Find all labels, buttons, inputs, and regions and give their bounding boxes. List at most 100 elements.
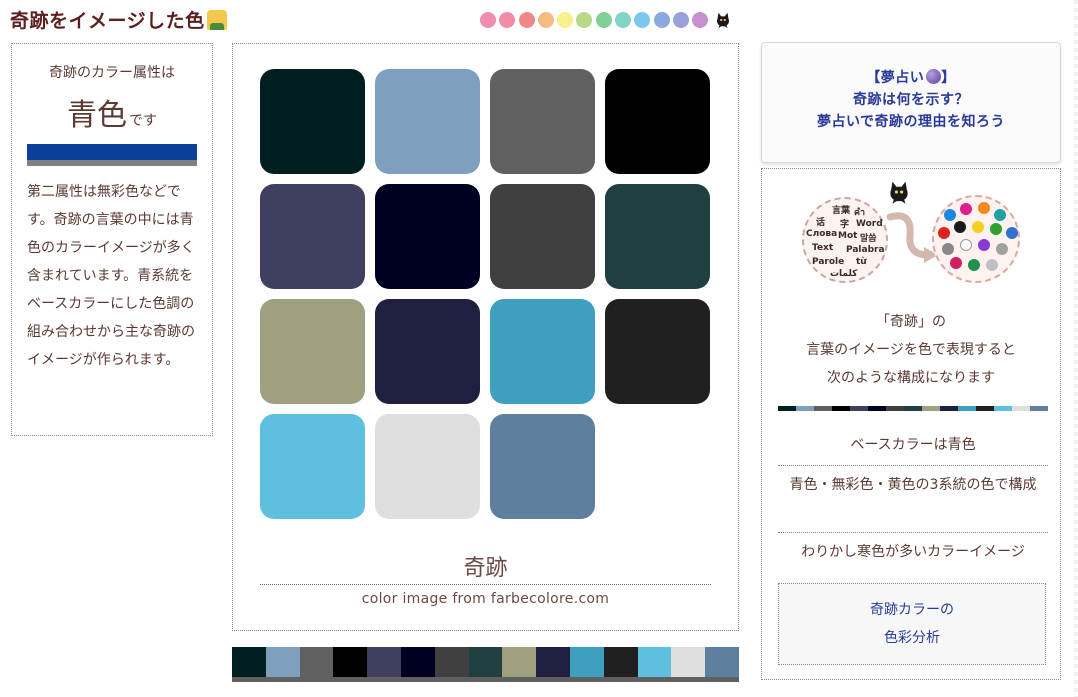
illustration-word: Palabra xyxy=(846,245,885,255)
attribute-sub-bar xyxy=(27,160,197,166)
attribute-color-word: 青色 xyxy=(67,98,127,133)
mini-strip-segment xyxy=(832,406,850,411)
illustration-word: Слова xyxy=(806,229,838,239)
color-tile xyxy=(605,69,710,174)
color-tile xyxy=(260,414,365,519)
attribute-description: 第二属性は無彩色などです。奇跡の言葉の中には青色のカラーイメージが多く含まれてい… xyxy=(27,184,195,368)
black-cat-icon xyxy=(716,12,729,29)
illustration-color-dot xyxy=(978,202,990,214)
strip-segment xyxy=(400,647,435,677)
color-tile xyxy=(260,184,365,289)
colors-circle xyxy=(932,195,1020,283)
mini-strip-segment xyxy=(1030,406,1048,411)
strip-segment xyxy=(569,647,604,677)
color-strip-underline xyxy=(232,677,739,682)
person-emoji-icon xyxy=(206,10,227,30)
dream-reading-link[interactable]: 【夢占い】 奇跡は何を示す？ 夢占いで奇跡の理由を知ろう xyxy=(761,42,1061,163)
illustration-color-dot xyxy=(950,257,962,269)
strip-segment xyxy=(536,647,570,677)
strip-segment xyxy=(434,647,469,677)
color-dot xyxy=(480,12,496,28)
mini-strip-segment xyxy=(976,406,994,411)
divider xyxy=(778,465,1048,466)
base-color-text: ベースカラーは青色 xyxy=(850,437,976,453)
color-tile xyxy=(490,184,595,289)
mini-strip-segment xyxy=(868,406,886,411)
strip-segment xyxy=(232,647,266,677)
illustration-word: كلمات xyxy=(830,269,858,279)
color-analysis-link[interactable]: 奇跡カラーの 色彩分析 xyxy=(778,583,1046,665)
color-dot xyxy=(672,12,689,28)
attribute-color-bar xyxy=(27,144,197,160)
composition-intro: 「奇跡」の 言葉のイメージを色で表現すると 次のような構成になります xyxy=(806,314,1016,386)
illustration-color-dot xyxy=(986,259,998,271)
page-edge xyxy=(1074,0,1078,697)
illustration-color-dot xyxy=(960,239,972,251)
color-tile xyxy=(260,69,365,174)
strip-segment xyxy=(502,647,537,677)
mini-strip-segment xyxy=(886,406,904,411)
dream-link-subtitle: 夢占いで奇跡の理由を知ろう xyxy=(816,114,1006,130)
color-dot xyxy=(653,12,670,28)
color-dot xyxy=(499,12,516,28)
color-tile xyxy=(490,69,595,174)
black-cat-icon xyxy=(890,181,908,204)
illustration-color-dot xyxy=(972,221,984,233)
mini-strip-segment xyxy=(922,406,940,411)
color-dot xyxy=(595,12,612,28)
strip-segment xyxy=(603,647,638,677)
illustration-word: Mot xyxy=(838,231,858,241)
illustration-color-dot xyxy=(990,223,1002,235)
strip-segment xyxy=(671,647,706,677)
attribute-color: 青色 です xyxy=(27,90,197,134)
illustration-word: 말씀 xyxy=(860,234,877,244)
color-systems-text: 青色・無彩色・黄色の3系統の色で構成 xyxy=(789,477,1037,493)
color-tendency-text: わりかし寒色が多いカラーイメージ xyxy=(801,544,1025,560)
mini-strip-segment xyxy=(958,406,976,411)
composition-mini-strip xyxy=(778,406,1048,411)
color-tile xyxy=(490,414,595,519)
color-tile xyxy=(490,299,595,404)
color-attribute-panel: 奇跡のカラー属性は 青色 です 第二属性は無彩色などです。奇跡の言葉の中には青色の… xyxy=(11,43,213,436)
mini-strip-segment xyxy=(778,406,796,411)
composition-panel: 言葉 คำ 话 字 Word Слова Mot 말씀 Text Palabra Parole từ ك… xyxy=(761,168,1061,680)
mini-strip-segment xyxy=(994,406,1012,411)
mini-strip-segment xyxy=(796,406,814,411)
color-dots-decoration xyxy=(480,11,732,29)
attribute-color-suffix: です xyxy=(129,113,157,129)
color-dot xyxy=(576,12,593,28)
illustration-word: 言葉 xyxy=(832,206,851,216)
illustration-word: 话 xyxy=(816,218,826,228)
dream-link-title: 【夢占い】 xyxy=(866,69,956,86)
illustration-color-dot xyxy=(968,259,980,271)
keyword-divider xyxy=(260,584,711,585)
divider xyxy=(778,532,1048,533)
mini-strip-segment xyxy=(940,406,958,411)
illustration-color-dot xyxy=(1006,227,1018,239)
strip-segment xyxy=(705,647,739,677)
illustration-color-dot xyxy=(960,203,972,215)
illustration-color-dot xyxy=(944,209,956,221)
color-dot xyxy=(557,12,574,28)
color-tile xyxy=(605,184,710,289)
color-tile xyxy=(605,299,710,404)
strip-segment xyxy=(333,647,368,677)
words-circle: 言葉 คำ 话 字 Word Слова Mot 말씀 Text Palabra Parole từ ك… xyxy=(802,197,888,283)
illustration-color-dot xyxy=(978,239,990,251)
color-dot xyxy=(518,12,535,28)
color-dot xyxy=(692,12,709,28)
strip-segment xyxy=(265,647,300,677)
attribute-heading: 奇跡のカラー属性は xyxy=(49,65,175,81)
illustration-word: từ xyxy=(856,257,867,267)
illustration-color-dot xyxy=(996,243,1008,255)
illustration-color-dot xyxy=(938,227,950,239)
color-dot xyxy=(634,12,651,28)
color-tile xyxy=(375,184,480,289)
strip-segment xyxy=(367,647,401,677)
illustration-word: คำ xyxy=(854,208,866,218)
color-dot xyxy=(537,12,554,28)
word-to-color-illustration: 言葉 คำ 话 字 Word Слова Mot 말씀 Text Palabra Parole từ ك… xyxy=(802,181,1024,285)
illustration-word: Parole xyxy=(812,257,845,267)
strip-segment xyxy=(299,647,334,677)
mini-strip-segment xyxy=(1012,406,1030,411)
